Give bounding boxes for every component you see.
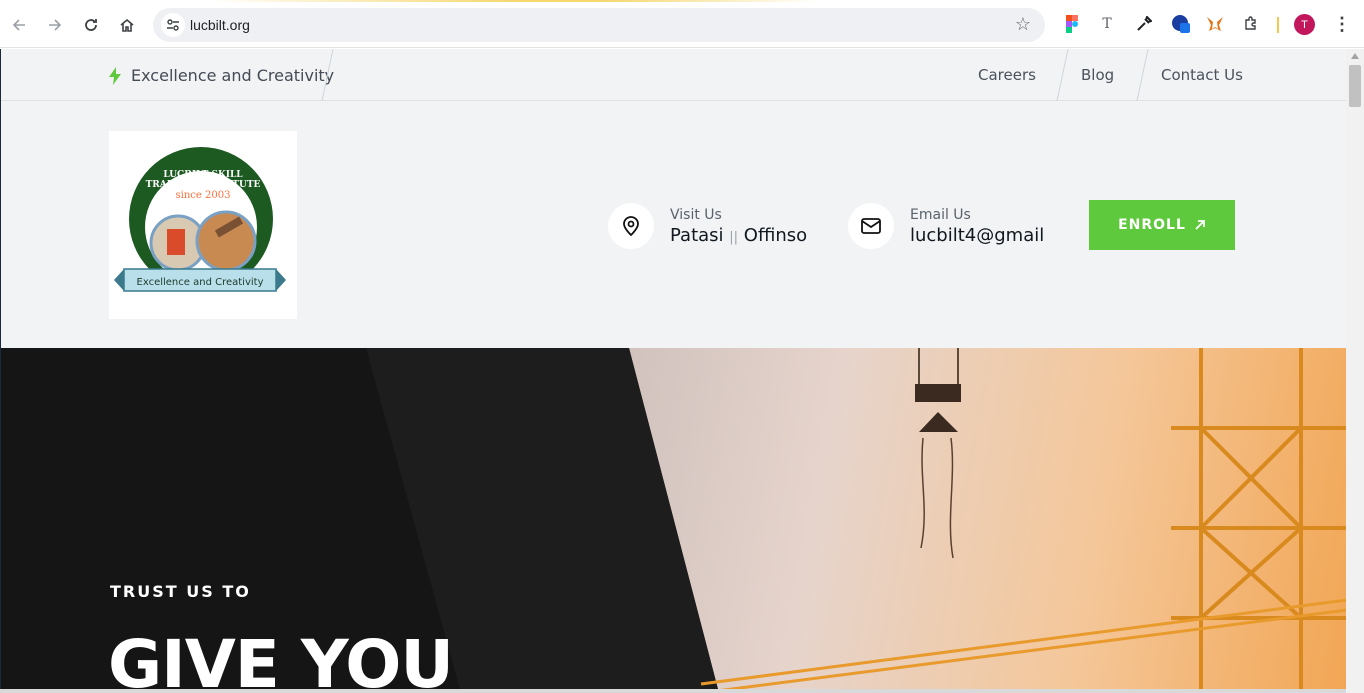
- top-bar: Excellence and Creativity Careers Blog C…: [1, 49, 1346, 101]
- forward-icon: [49, 19, 62, 31]
- browser-toolbar: lucbilt.org ☆ T T ⋮: [0, 0, 1364, 48]
- email-us-label: Email Us: [910, 206, 971, 223]
- scroll-up-arrow-icon[interactable]: [1351, 53, 1359, 59]
- back-button[interactable]: [4, 10, 34, 40]
- topbar-divider: [1136, 49, 1149, 101]
- horizontal-scrollbar[interactable]: [0, 689, 1346, 693]
- logo-line1: LUCBILT SKILL: [163, 170, 243, 180]
- scrollbar-thumb[interactable]: [1349, 65, 1361, 107]
- address-bar[interactable]: lucbilt.org ☆: [153, 8, 1045, 42]
- extension-text-icon[interactable]: T: [1096, 13, 1118, 35]
- topbar-divider: [1056, 49, 1069, 101]
- nav-blog-link[interactable]: Blog: [1081, 66, 1114, 84]
- logo-line2: TRAINING INSTITUTE: [145, 180, 261, 190]
- forward-button[interactable]: [40, 10, 70, 40]
- logo-line3: since 2003: [175, 190, 231, 201]
- location-icon: [608, 203, 654, 249]
- visit-us-label: Visit Us: [670, 206, 722, 223]
- extension-figma-icon[interactable]: [1061, 13, 1083, 35]
- extension-blue-icon[interactable]: [1170, 13, 1192, 35]
- logo-emblem: [114, 147, 286, 292]
- reload-icon: [85, 19, 97, 31]
- logo-ribbon-text: Excellence and Creativity: [136, 277, 264, 288]
- extension-eyedropper-icon[interactable]: [1133, 13, 1155, 35]
- tab-strip-edge: [0, 0, 1364, 2]
- enroll-label: ENROLL: [1118, 217, 1186, 233]
- bookmark-star-icon[interactable]: ☆: [1015, 14, 1031, 35]
- site-logo[interactable]: LUCBILT SKILL TRAINING INSTITUTE since 2…: [109, 131, 297, 319]
- home-button[interactable]: [112, 10, 142, 40]
- visit-us-block: Visit Us Patasi || Offinso: [608, 203, 807, 249]
- hero-title: GIVE YOU: [108, 626, 454, 693]
- tagline-text: Excellence and Creativity: [131, 66, 335, 85]
- extension-metamask-icon[interactable]: [1204, 13, 1226, 35]
- nav-careers-link[interactable]: Careers: [978, 66, 1036, 84]
- mail-icon: [848, 203, 894, 249]
- hero-section: TRUST US TO GIVE YOU: [1, 348, 1346, 693]
- hero-subtitle: TRUST US TO: [110, 582, 251, 601]
- visit-us-value: Patasi || Offinso: [670, 225, 807, 246]
- reload-button[interactable]: [76, 10, 106, 40]
- nav-contact-link[interactable]: Contact Us: [1161, 66, 1243, 84]
- top-tagline: Excellence and Creativity: [109, 66, 334, 85]
- enroll-button[interactable]: ENROLL: [1089, 200, 1235, 250]
- home-icon: [120, 18, 134, 32]
- email-us-block: Email Us lucbilt4@gmail: [848, 203, 1044, 249]
- arrow-up-right-icon: [1195, 220, 1205, 230]
- visit-us-city: Offinso: [743, 224, 808, 246]
- extensions-icon[interactable]: [1240, 13, 1262, 35]
- web-page: Excellence and Creativity Careers Blog C…: [0, 49, 1346, 693]
- menu-icon[interactable]: ⋮: [1333, 14, 1351, 35]
- vertical-scrollbar[interactable]: [1346, 49, 1364, 693]
- email-us-value[interactable]: lucbilt4@gmail: [910, 225, 1044, 246]
- visit-us-town: Patasi: [670, 224, 724, 246]
- back-icon: [12, 19, 25, 31]
- toolbar-divider: [1277, 17, 1279, 33]
- site-settings-icon[interactable]: [161, 13, 185, 37]
- profile-avatar[interactable]: T: [1294, 14, 1315, 35]
- lightning-icon: [109, 66, 121, 85]
- visit-us-separator: ||: [729, 229, 739, 245]
- address-url[interactable]: lucbilt.org: [190, 17, 250, 33]
